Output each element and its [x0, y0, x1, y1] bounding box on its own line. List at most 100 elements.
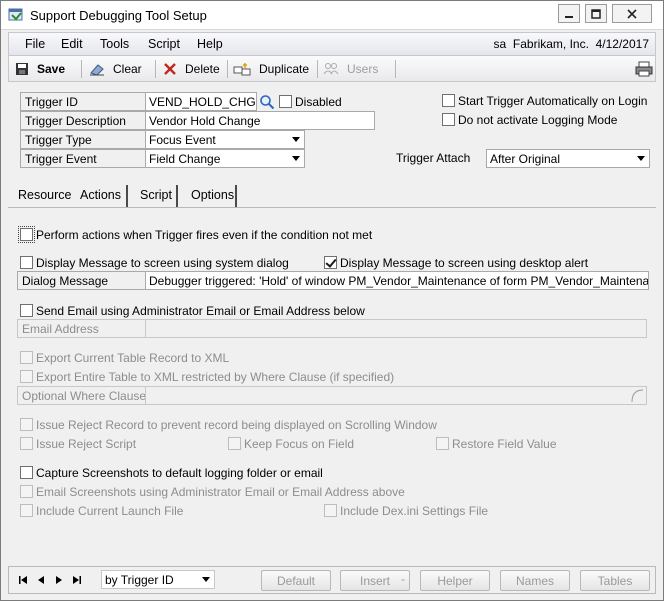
send-email-checkbox[interactable] [20, 304, 33, 317]
keep-focus-checkbox[interactable] [228, 437, 241, 450]
tab-actions[interactable]: Actions [80, 188, 121, 202]
app-icon [8, 8, 23, 21]
chevron-down-icon [292, 156, 300, 161]
include-launch-checkbox[interactable] [20, 504, 33, 517]
tab-bar: Resource Actions Script Options [8, 185, 656, 207]
menu-file[interactable]: File [25, 37, 45, 51]
close-button[interactable] [612, 4, 652, 23]
previous-record-button[interactable] [35, 574, 47, 586]
export-record-checkbox[interactable] [20, 351, 33, 364]
capture-screenshots-checkbox[interactable] [20, 466, 33, 479]
menu-help[interactable]: Help [197, 37, 223, 51]
duplicate-icon [233, 63, 251, 76]
session-date: 4/12/2017 [595, 37, 649, 51]
save-label: Save [37, 62, 66, 76]
trigger-attach-dropdown[interactable]: After Original [486, 149, 650, 168]
delete-button[interactable]: Delete [163, 60, 220, 78]
trigger-event-dropdown[interactable]: Field Change [145, 149, 305, 168]
send-email-label: Send Email using Administrator Email or … [36, 304, 365, 318]
next-record-icon [56, 576, 62, 584]
lookup-icon[interactable] [259, 94, 275, 110]
export-table-checkbox[interactable] [20, 370, 33, 383]
names-button[interactable]: Names [500, 570, 570, 591]
maximize-icon [591, 8, 601, 19]
minimize-icon [565, 15, 573, 18]
start-auto-label: Start Trigger Automatically on Login [458, 94, 648, 108]
tab-resource[interactable]: Resource [18, 188, 72, 202]
insert-menu-icon: - [401, 572, 405, 586]
expand-corner-icon [631, 389, 644, 403]
first-record-button[interactable] [17, 574, 29, 586]
issue-reject-script-checkbox[interactable] [20, 437, 33, 450]
email-address-input[interactable] [145, 319, 647, 338]
trigger-event-label: Trigger Event [20, 149, 146, 168]
save-button[interactable]: Save [15, 60, 65, 78]
menu-tools[interactable]: Tools [100, 37, 129, 51]
trigger-attach-label: Trigger Attach [392, 149, 488, 168]
where-clause-label: Optional Where Clause [17, 386, 146, 405]
last-record-button[interactable] [71, 574, 83, 586]
toolbar-separator [81, 60, 82, 78]
save-icon [16, 63, 28, 75]
duplicate-button[interactable]: Duplicate [233, 60, 309, 78]
email-screenshots-checkbox[interactable] [20, 485, 33, 498]
duplicate-label: Duplicate [259, 62, 310, 76]
clear-button[interactable]: Clear [89, 60, 142, 78]
maximize-button[interactable] [585, 4, 607, 23]
tab-options[interactable]: Options [191, 188, 234, 202]
print-button[interactable] [635, 60, 661, 78]
display-desktop-checkbox[interactable] [324, 256, 337, 269]
trigger-description-label: Trigger Description [20, 111, 146, 130]
user-name: sa [493, 37, 507, 51]
close-icon [627, 8, 637, 19]
users-button[interactable]: Users [323, 60, 378, 78]
perform-actions-label: Perform actions when Trigger fires even … [36, 228, 373, 242]
insert-button[interactable]: Insert - [340, 570, 410, 591]
restore-field-checkbox[interactable] [436, 437, 449, 450]
issue-reject-record-label: Issue Reject Record to prevent record be… [36, 418, 437, 432]
users-icon [323, 63, 339, 75]
helper-button[interactable]: Helper [420, 570, 490, 591]
dialog-message-label: Dialog Message [17, 271, 146, 290]
dialog-message-input[interactable]: Debugger triggered: 'Hold' of window PM_… [145, 271, 649, 290]
company-name: Fabrikam, Inc. [512, 37, 589, 51]
insert-label: Insert [359, 573, 390, 588]
include-dexini-checkbox[interactable] [324, 504, 337, 517]
tab-underline [8, 207, 656, 208]
trigger-type-dropdown[interactable]: Focus Event [145, 130, 305, 149]
minimize-button[interactable] [558, 4, 580, 23]
next-record-button[interactable] [53, 574, 65, 586]
first-record-icon [19, 576, 27, 584]
issue-reject-script-label: Issue Reject Script [36, 437, 137, 451]
chevron-down-icon [202, 577, 210, 582]
start-auto-checkbox[interactable] [442, 94, 455, 107]
tables-button[interactable]: Tables [580, 570, 650, 591]
trigger-id-label: Trigger ID [20, 92, 146, 111]
toolbar-separator [227, 60, 228, 78]
where-clause-input[interactable] [145, 386, 647, 405]
trigger-event-value: Field Change [149, 152, 221, 166]
sort-order-dropdown[interactable]: by Trigger ID [101, 570, 215, 589]
issue-reject-record-checkbox[interactable] [20, 418, 33, 431]
delete-x-icon [164, 63, 176, 75]
disabled-checkbox[interactable] [279, 95, 292, 108]
display-desktop-label: Display Message to screen using desktop … [340, 256, 589, 270]
export-record-label: Export Current Table Record to XML [36, 351, 230, 365]
title-bar: Support Debugging Tool Setup [1, 1, 663, 30]
toolbar: Save Clear Delete Duplicate Users [8, 56, 656, 82]
eraser-icon [90, 64, 104, 76]
trigger-id-input[interactable]: VEND_HOLD_CHG [145, 92, 257, 111]
setup-window: Support Debugging Tool Setup File Edit T… [0, 0, 664, 601]
trigger-description-input[interactable]: Vendor Hold Change [145, 111, 375, 130]
menu-script[interactable]: Script [148, 37, 180, 51]
no-logging-checkbox[interactable] [442, 113, 455, 126]
session-info: sa Fabrikam, Inc. 4/12/2017 [494, 37, 649, 51]
perform-actions-checkbox[interactable] [18, 226, 35, 243]
sort-order-value: by Trigger ID [105, 573, 174, 587]
include-dexini-label: Include Dex.ini Settings File [340, 504, 489, 518]
default-button[interactable]: Default [261, 570, 331, 591]
menu-edit[interactable]: Edit [61, 37, 83, 51]
display-system-checkbox[interactable] [20, 256, 33, 269]
chevron-down-icon [637, 156, 645, 161]
tab-script[interactable]: Script [140, 188, 172, 202]
